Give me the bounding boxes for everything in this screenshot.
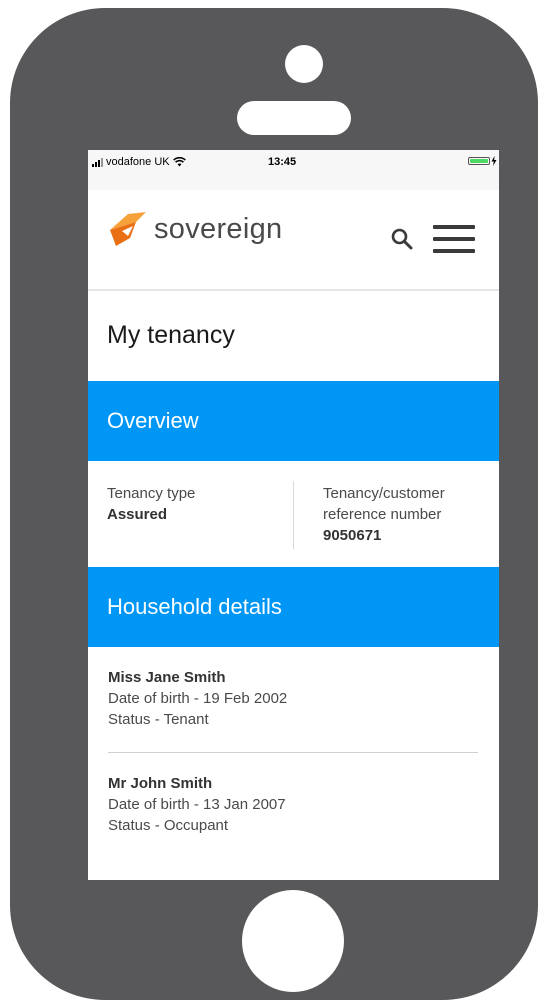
tenancy-type-block: Tenancy type Assured [107, 483, 277, 525]
signal-icon [92, 157, 103, 167]
reference-label: Tenancy/customer reference number [323, 485, 445, 523]
reference-block: Tenancy/customer reference number 905067… [323, 483, 483, 546]
person-dob: Date of birth - 13 Jan 2007 [108, 796, 286, 813]
overview-divider [293, 481, 294, 549]
sovereign-logo[interactable]: sovereign [106, 208, 282, 250]
list-item: Miss Jane Smith Date of birth - 19 Feb 2… [108, 667, 478, 730]
tenancy-type-label: Tenancy type [107, 485, 196, 502]
list-item: Mr John Smith Date of birth - 13 Jan 200… [108, 773, 478, 836]
phone-screen: vodafone UK 13:45 sovereign My tenancy O… [88, 150, 499, 880]
wifi-icon [172, 157, 186, 167]
status-bar: vodafone UK 13:45 [88, 150, 499, 190]
person-status: Status - Tenant [108, 711, 209, 728]
person-name: Miss Jane Smith [108, 669, 226, 686]
charging-icon [491, 156, 497, 166]
battery-icon [468, 156, 497, 166]
overview-content: Tenancy type Assured Tenancy/customer re… [88, 461, 499, 567]
overview-section-header[interactable]: Overview [88, 381, 499, 461]
person-name: Mr John Smith [108, 775, 213, 792]
person-dob: Date of birth - 19 Feb 2002 [108, 690, 288, 707]
reference-value: 9050671 [323, 527, 382, 544]
logo-mark-icon [110, 212, 146, 246]
tenancy-type-value: Assured [107, 506, 168, 523]
phone-camera [285, 45, 323, 83]
household-section-header[interactable]: Household details [88, 567, 499, 647]
status-time: 13:45 [268, 156, 297, 168]
search-icon[interactable] [390, 227, 414, 251]
carrier-label: vodafone UK [106, 156, 170, 168]
hamburger-menu-icon[interactable] [433, 225, 475, 253]
person-status: Status - Occupant [108, 817, 229, 834]
phone-frame: vodafone UK 13:45 sovereign My tenancy O… [10, 8, 538, 1000]
phone-speaker [237, 101, 351, 135]
logo-text: sovereign [154, 212, 283, 245]
site-header: sovereign [88, 190, 499, 291]
page-title: My tenancy [107, 321, 235, 349]
home-button[interactable] [242, 890, 344, 992]
household-divider [108, 752, 478, 753]
status-left: vodafone UK [92, 156, 186, 168]
